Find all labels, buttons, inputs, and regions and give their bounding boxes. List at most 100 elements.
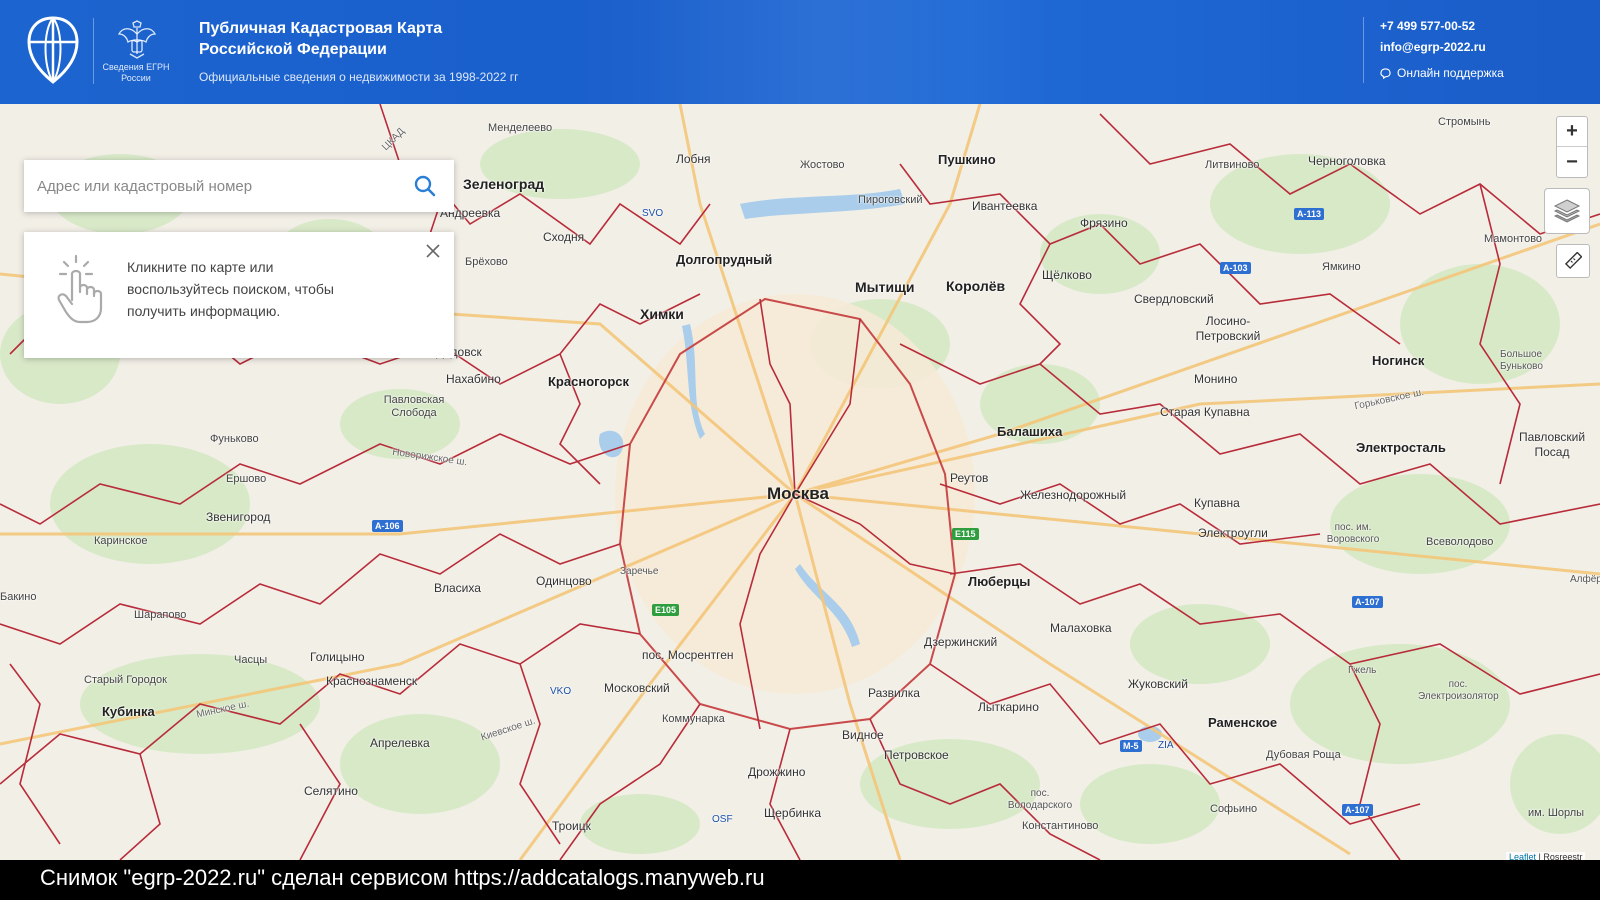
place-label[interactable]: Дрожжино	[748, 765, 805, 779]
place-label[interactable]: Свердловский	[1134, 292, 1214, 306]
place-label[interactable]: Голицыно	[310, 650, 365, 664]
place-label[interactable]: Ямкино	[1322, 261, 1361, 273]
place-label[interactable]: Щербинка	[764, 806, 821, 820]
place-label[interactable]: Дзержинский	[924, 635, 997, 649]
place-label[interactable]: Лосино-Петровский	[1188, 314, 1268, 344]
site-title[interactable]: Публичная Кадастровая Карта Российской Ф…	[199, 18, 499, 60]
city-label-zelenograd[interactable]: Зеленоград	[463, 176, 544, 192]
place-label[interactable]: Сходня	[543, 230, 584, 244]
place-label[interactable]: Электросталь	[1356, 440, 1446, 455]
place-label[interactable]: Бакино	[0, 591, 37, 603]
place-label[interactable]: Фуньково	[210, 433, 259, 445]
zoom-out-button[interactable]: −	[1557, 147, 1587, 177]
city-label-lyubertsy[interactable]: Люберцы	[968, 574, 1030, 589]
place-label[interactable]: Ивантеевка	[972, 199, 1037, 213]
info-panel: Кликните по карте или воспользуйтесь пои…	[24, 232, 454, 358]
close-icon[interactable]	[424, 242, 442, 260]
place-label[interactable]: Красногорск	[548, 374, 629, 389]
airport-label[interactable]: OSF	[712, 814, 733, 825]
place-label[interactable]: Мамонтово	[1484, 233, 1542, 245]
place-label[interactable]: Петровское	[884, 748, 949, 762]
place-label[interactable]: Большое Буньково	[1500, 349, 1560, 373]
airport-label[interactable]: ZIA	[1158, 740, 1174, 751]
place-label[interactable]: Ершово	[226, 473, 266, 485]
place-label[interactable]: Лобня	[676, 152, 711, 166]
place-label[interactable]: Каринское	[94, 535, 148, 547]
shield-globe-icon[interactable]	[26, 16, 80, 84]
place-label[interactable]: Алфёр	[1570, 574, 1600, 585]
place-label[interactable]: Долгопрудный	[676, 252, 772, 267]
screenshot-caption: Снимок "egrp-2022.ru" сделан сервисом ht…	[0, 860, 1600, 900]
place-label[interactable]: Фрязино	[1080, 216, 1128, 230]
place-label[interactable]: Монино	[1194, 372, 1237, 386]
place-label[interactable]: Малаховка	[1050, 621, 1112, 635]
place-label[interactable]: Краснознаменск	[326, 674, 417, 688]
place-label[interactable]: Пушкино	[938, 152, 996, 167]
search-input[interactable]	[24, 177, 404, 195]
place-label[interactable]: Видное	[842, 728, 884, 742]
chat-bubble-icon	[1380, 67, 1391, 79]
place-label[interactable]: Павловская Слобода	[374, 394, 454, 420]
place-label[interactable]: Софьино	[1210, 803, 1257, 815]
place-label[interactable]: им. Шорлы	[1528, 807, 1584, 819]
place-label[interactable]: пос. Мосрентген	[642, 648, 734, 662]
place-label[interactable]: пос. им. Воровского	[1318, 522, 1388, 546]
city-label-korolyov[interactable]: Королёв	[946, 278, 1005, 294]
place-label[interactable]: Лыткарино	[978, 700, 1039, 714]
place-label[interactable]: Черноголовка	[1308, 154, 1386, 168]
place-label[interactable]: Часцы	[234, 654, 267, 666]
place-label[interactable]: Гжель	[1348, 665, 1376, 676]
zoom-in-button[interactable]: +	[1557, 117, 1587, 147]
city-label-mytishchi[interactable]: Мытищи	[855, 279, 915, 295]
city-label-moskva[interactable]: Москва	[767, 484, 829, 504]
place-label[interactable]: Апрелевка	[370, 736, 430, 750]
place-label[interactable]: Развилка	[868, 686, 920, 700]
place-label[interactable]: Раменское	[1208, 715, 1277, 730]
place-label[interactable]: Ногинск	[1372, 353, 1424, 368]
measure-button[interactable]	[1556, 244, 1590, 278]
place-label[interactable]: пос. Володарского	[1000, 788, 1080, 812]
place-label[interactable]: Пироговский	[858, 194, 923, 206]
place-label[interactable]: Одинцово	[536, 574, 592, 588]
place-label[interactable]: Менделеево	[488, 122, 552, 134]
place-label[interactable]: Жуковский	[1128, 677, 1188, 691]
city-label-balashikha[interactable]: Балашиха	[997, 424, 1062, 439]
place-label[interactable]: Власиха	[434, 581, 481, 595]
place-label[interactable]: Реутов	[950, 471, 988, 485]
place-label[interactable]: Кубинка	[102, 704, 155, 719]
place-label[interactable]: Павловский Посад	[1512, 430, 1592, 460]
cadastral-map[interactable]: Москва Зеленоград Андреевка Менделеево Л…	[0, 104, 1600, 860]
place-label[interactable]: Щёлково	[1042, 268, 1092, 282]
place-label[interactable]: Селятино	[304, 784, 358, 798]
place-label[interactable]: Шарапово	[134, 609, 186, 621]
place-label[interactable]: Заречье	[620, 566, 658, 577]
email-link[interactable]: info@egrp-2022.ru	[1380, 40, 1486, 54]
airport-label[interactable]: SVO	[642, 208, 663, 219]
place-label[interactable]: Жостово	[800, 159, 845, 171]
place-label[interactable]: Брёхово	[465, 256, 508, 268]
place-label[interactable]: Нахабино	[446, 372, 501, 386]
place-label[interactable]: Звенигород	[206, 510, 270, 524]
search-box	[24, 160, 454, 212]
city-label-khimki[interactable]: Химки	[640, 306, 684, 322]
place-label[interactable]: Электроугли	[1198, 526, 1268, 540]
place-label[interactable]: Старый Городок	[84, 674, 167, 686]
place-label[interactable]: Московский	[604, 681, 670, 695]
place-label[interactable]: Купавна	[1194, 496, 1240, 510]
place-label[interactable]: Троицк	[552, 819, 591, 833]
search-icon[interactable]	[414, 175, 436, 197]
online-support-link[interactable]: Онлайн поддержка	[1380, 66, 1504, 80]
layers-button[interactable]	[1544, 188, 1590, 234]
phone-link[interactable]: +7 499 577-00-52	[1380, 19, 1475, 33]
place-label[interactable]: Железнодорожный	[1020, 488, 1126, 502]
road-shield: А-107	[1342, 804, 1373, 816]
place-label[interactable]: Константиново	[1022, 820, 1098, 832]
place-label[interactable]: пос. Электроизолятор	[1418, 679, 1499, 703]
place-label[interactable]: Коммунарка	[662, 713, 725, 725]
place-label[interactable]: Литвиново	[1205, 159, 1259, 171]
place-label[interactable]: Старая Купавна	[1160, 405, 1250, 419]
place-label[interactable]: Всеволодово	[1426, 536, 1493, 548]
place-label[interactable]: Стромынь	[1438, 116, 1491, 128]
airport-label[interactable]: VKO	[550, 686, 571, 697]
place-label[interactable]: Дубовая Роща	[1266, 749, 1341, 761]
